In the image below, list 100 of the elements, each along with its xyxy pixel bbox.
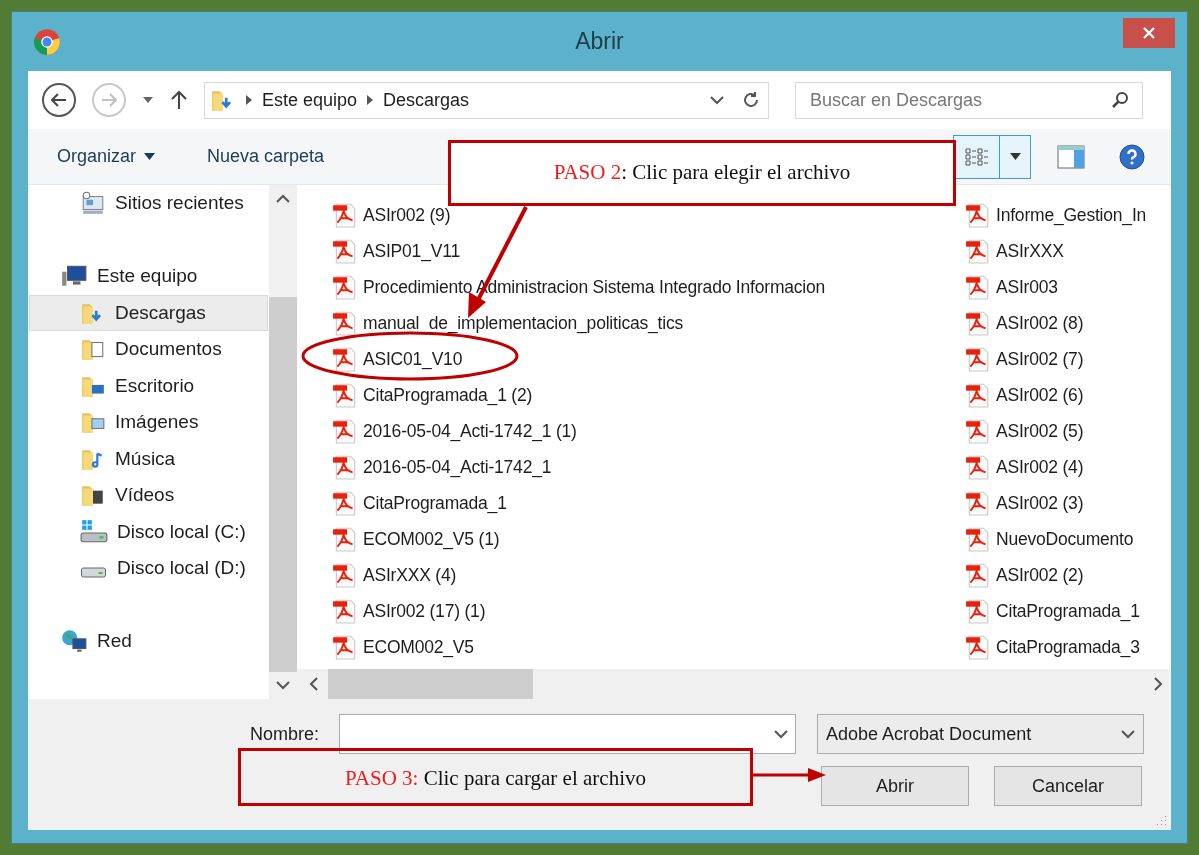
- pdf-file-icon: [332, 310, 358, 336]
- network-icon: [60, 628, 88, 655]
- file-item[interactable]: ASIC01_V10: [332, 346, 465, 372]
- file-item[interactable]: ASIr002 (7): [965, 346, 1086, 372]
- file-item[interactable]: ASIrXXX: [965, 238, 1066, 264]
- file-item[interactable]: ASIr002 (8): [965, 310, 1086, 336]
- pdf-file-icon: [332, 526, 358, 552]
- file-item[interactable]: CitaProgramada_1: [332, 490, 509, 516]
- field-label: Nombre:: [250, 722, 320, 746]
- address-bar[interactable]: Este equipo Descargas: [204, 81, 769, 119]
- sidebar-item[interactable]: Imágenes: [29, 404, 268, 441]
- file-item[interactable]: ASIr002 (6): [965, 382, 1086, 408]
- sidebar-item[interactable]: Disco local (D:): [29, 550, 268, 587]
- scroll-up-icon[interactable]: [276, 194, 290, 203]
- sidebar-item[interactable]: Disco local (C:): [29, 513, 268, 550]
- file-type-dropdown[interactable]: Adobe Acrobat Document: [817, 714, 1145, 754]
- forward-arrow-icon: [101, 93, 117, 107]
- drive-icon: [80, 518, 108, 545]
- pdf-file-icon: [332, 418, 358, 444]
- search-field[interactable]: Buscar en Descargas: [795, 81, 1143, 119]
- help-icon[interactable]: [1119, 143, 1145, 170]
- sidebar-item[interactable]: Sitios recientes: [29, 185, 268, 222]
- preview-pane-icon[interactable]: [1057, 144, 1085, 169]
- close-button[interactable]: [1123, 18, 1175, 48]
- file-item[interactable]: 2016-05-04_Acti-1742_1 (1): [332, 418, 579, 444]
- file-item[interactable]: ECOM002_V5: [332, 634, 476, 660]
- scroll-down-icon[interactable]: [276, 681, 290, 690]
- file-item[interactable]: 2016-05-04_Acti-1742_1: [332, 454, 554, 480]
- close-icon: [1142, 26, 1156, 40]
- pdf-file-icon: [332, 346, 358, 372]
- annotation-text: PASO 3: Clic para cargar el archivo: [345, 765, 646, 792]
- chevron-right-icon: [246, 95, 252, 105]
- back-button[interactable]: [42, 83, 76, 117]
- file-item[interactable]: ASIr002 (3): [965, 490, 1086, 516]
- pdf-file-icon: [332, 382, 358, 408]
- sidebar-item[interactable]: Red: [29, 623, 268, 660]
- sidebar-item[interactable]: Este equipo: [29, 258, 268, 295]
- pdf-file-icon: [332, 274, 358, 300]
- file-item[interactable]: manual_de_implementacion_politicas_tics: [332, 310, 686, 336]
- pdf-file-icon: [332, 454, 358, 480]
- breadcrumb-item[interactable]: Descargas: [383, 86, 470, 114]
- file-item[interactable]: ASIrXXX (4): [332, 562, 459, 588]
- file-item[interactable]: ECOM002_V5 (1): [332, 526, 502, 552]
- pdf-file-icon: [332, 238, 358, 264]
- browser-logo-icon: [33, 28, 61, 56]
- chevron-down-icon[interactable]: [710, 95, 724, 105]
- file-item[interactable]: ASIr002 (2): [965, 562, 1086, 588]
- pdf-file-icon: [965, 598, 991, 624]
- pdf-file-icon: [332, 598, 358, 624]
- refresh-icon[interactable]: [742, 91, 760, 109]
- pdf-file-icon: [332, 634, 358, 660]
- sidebar-item[interactable]: Música: [29, 440, 268, 477]
- vertical-scrollbar[interactable]: [269, 185, 297, 699]
- file-item[interactable]: ASIr002 (9): [332, 202, 453, 228]
- file-name-field[interactable]: [339, 714, 797, 754]
- pdf-file-icon: [332, 562, 358, 588]
- sidebar-item[interactable]: Vídeos: [29, 477, 268, 514]
- caret-icon[interactable]: [142, 96, 154, 104]
- chevron-down-icon: [1121, 729, 1136, 739]
- pdf-file-icon: [965, 562, 991, 588]
- scrollbar-thumb[interactable]: [269, 297, 297, 672]
- sidebar-item[interactable]: Escritorio: [29, 367, 268, 404]
- pdf-file-icon: [965, 310, 991, 336]
- breadcrumb-item[interactable]: Este equipo: [262, 86, 358, 114]
- view-options-button[interactable]: [953, 134, 1031, 179]
- recent-places-icon: [80, 190, 106, 217]
- file-item[interactable]: ASIr002 (5): [965, 418, 1086, 444]
- view-grid-icon: [963, 145, 990, 168]
- organize-menu[interactable]: Organizar: [57, 143, 156, 170]
- scroll-left-icon[interactable]: [309, 677, 318, 691]
- scroll-right-icon[interactable]: [1154, 677, 1163, 691]
- menu-label: Organizar: [57, 145, 137, 168]
- file-item[interactable]: ASIr002 (17) (1): [332, 598, 488, 624]
- pdf-file-icon: [965, 490, 991, 516]
- file-item[interactable]: CitaProgramada_3: [965, 634, 1142, 660]
- new-folder-button[interactable]: Nueva carpeta: [207, 143, 325, 170]
- scrollbar-thumb[interactable]: [328, 669, 533, 699]
- search-icon: [1111, 90, 1129, 109]
- open-button[interactable]: Abrir: [821, 766, 969, 806]
- file-item[interactable]: CitaProgramada_1 (2): [332, 382, 535, 408]
- file-item[interactable]: ASIr003: [965, 274, 1060, 300]
- pdf-file-icon: [965, 418, 991, 444]
- window-title: Abrir: [575, 27, 624, 57]
- file-item[interactable]: CitaProgramada_1: [965, 598, 1142, 624]
- sidebar-item[interactable]: Documentos: [29, 331, 268, 368]
- pdf-file-icon: [332, 490, 358, 516]
- resize-grip-icon[interactable]: [1155, 814, 1167, 826]
- pdf-file-icon: [965, 454, 991, 480]
- caret-icon: [144, 153, 156, 160]
- up-arrow-icon[interactable]: [170, 90, 188, 110]
- file-item[interactable]: ASIP01_V11: [332, 238, 462, 264]
- sidebar-item[interactable]: Descargas: [29, 294, 268, 331]
- file-item[interactable]: ASIr002 (4): [965, 454, 1086, 480]
- pdf-file-icon: [965, 238, 991, 264]
- file-item[interactable]: Informe_Gestion_In: [965, 202, 1149, 228]
- cancel-button[interactable]: Cancelar: [994, 766, 1142, 806]
- pdf-file-icon: [332, 202, 358, 228]
- file-item[interactable]: NuevoDocumento: [965, 526, 1136, 552]
- pdf-file-icon: [965, 274, 991, 300]
- caret-icon: [1009, 153, 1021, 160]
